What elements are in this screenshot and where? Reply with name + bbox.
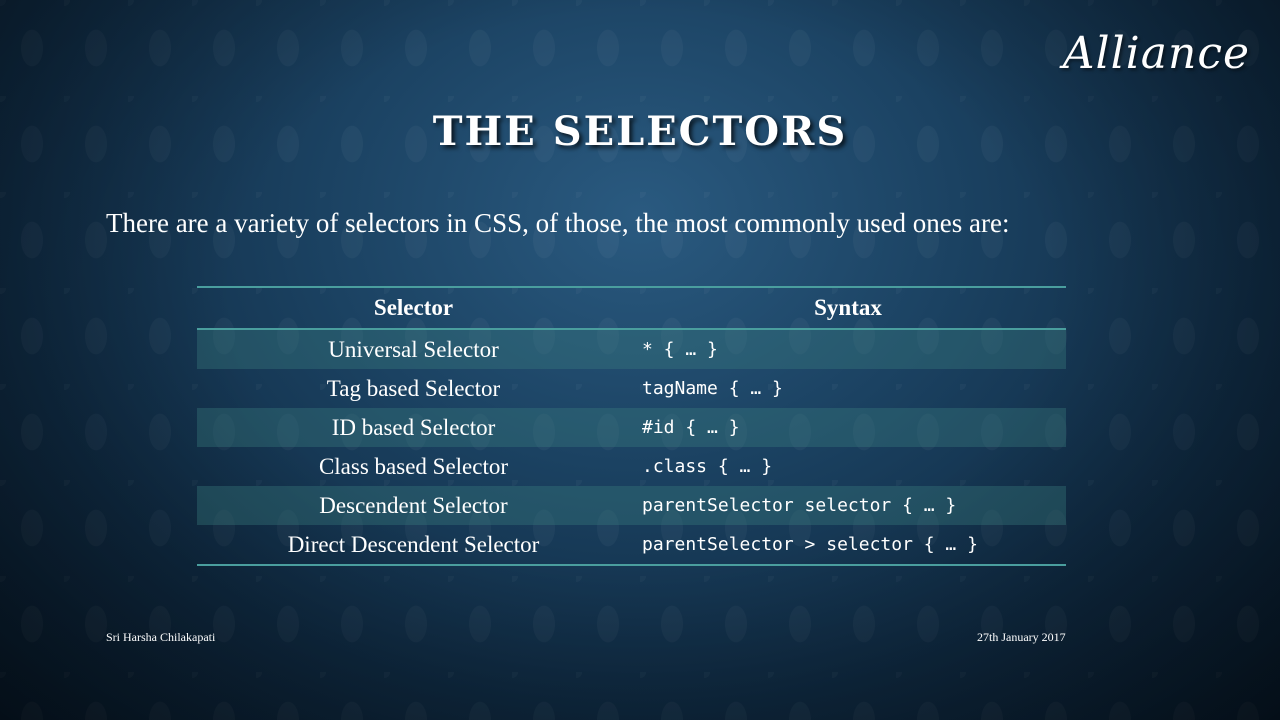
table-row: Descendent Selector parentSelector selec…: [197, 486, 1066, 525]
selector-syntax: .class { … }: [642, 456, 773, 477]
selector-name: Direct Descendent Selector: [287, 531, 540, 557]
selector-syntax: tagName { … }: [642, 378, 783, 399]
brand-logo: Alliance: [1062, 28, 1250, 79]
selector-name: ID based Selector: [197, 408, 630, 447]
selector-syntax: #id { … }: [630, 408, 1066, 447]
selector-syntax: parentSelector > selector { … }: [642, 534, 978, 555]
footer-author: Sri Harsha Chilakapati: [106, 630, 216, 644]
selector-name: Descendent Selector: [197, 486, 630, 525]
header-selector: Selector: [197, 287, 630, 330]
selectors-table: Selector Syntax Universal Selector * { ……: [197, 286, 1066, 566]
selector-syntax: * { … }: [630, 329, 1066, 369]
table-row: Class based Selector .class { … }: [197, 447, 1066, 486]
table-row: Direct Descendent Selector parentSelecto…: [197, 525, 1066, 565]
selector-name: Universal Selector: [197, 329, 630, 369]
selector-name: Class based Selector: [318, 453, 509, 479]
slide-title: The Selectors: [432, 108, 848, 155]
intro-text: There are a variety of selectors in CSS,…: [106, 208, 1010, 238]
header-syntax: Syntax: [630, 287, 1066, 330]
table-row: Universal Selector * { … }: [197, 329, 1066, 369]
table-row: ID based Selector #id { … }: [197, 408, 1066, 447]
selector-name: Tag based Selector: [326, 375, 501, 401]
table-row: Tag based Selector tagName { … }: [197, 369, 1066, 408]
table-header-row: Selector Syntax: [197, 287, 1066, 330]
selector-syntax: parentSelector selector { … }: [630, 486, 1066, 525]
footer-date: 27th January 2017: [977, 630, 1066, 644]
